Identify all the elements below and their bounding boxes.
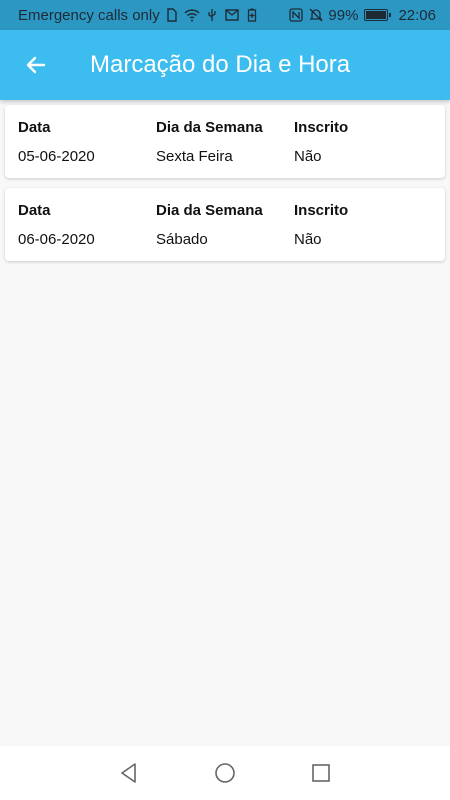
battery-percent: 99%	[328, 6, 359, 24]
battery-saver-icon	[244, 7, 260, 23]
schedule-list: Data Dia da Semana Inscrito 05-06-2020 S…	[5, 105, 445, 271]
weekday-value: Sábado	[156, 231, 208, 248]
page-title: Marcação do Dia e Hora	[90, 51, 351, 78]
nav-recents-button[interactable]	[304, 756, 338, 790]
square-recents-icon	[312, 764, 330, 782]
battery-icon	[364, 9, 392, 21]
header-inscrito: Inscrito	[294, 119, 349, 136]
circle-home-icon	[215, 763, 235, 783]
app-bar: Marcação do Dia e Hora	[0, 30, 450, 100]
nav-home-button[interactable]	[208, 756, 242, 790]
list-item[interactable]: Data Dia da Semana Inscrito 05-06-2020 S…	[5, 105, 445, 178]
system-nav-bar	[0, 746, 450, 800]
weekday-value: Sexta Feira	[156, 148, 233, 165]
header-data: Data	[18, 202, 51, 219]
status-bar: Emergency calls only 99% 22:06	[0, 0, 450, 30]
header-inscrito: Inscrito	[294, 202, 349, 219]
wifi-icon	[184, 7, 200, 23]
header-dia-da-semana: Dia da Semana	[156, 202, 263, 219]
carrier-text: Emergency calls only	[18, 6, 160, 24]
nfc-icon	[288, 7, 304, 23]
mail-icon	[224, 7, 240, 23]
nav-back-button[interactable]	[112, 756, 146, 790]
arrow-left-icon	[26, 56, 46, 74]
triangle-back-icon	[121, 763, 136, 783]
clock: 22:06	[398, 6, 436, 24]
status-right: 99% 22:06	[288, 7, 436, 24]
sim-icon	[164, 7, 180, 23]
status-left: Emergency calls only	[18, 7, 260, 24]
date-value: 05-06-2020	[18, 148, 95, 165]
enrolled-value: Não	[294, 148, 322, 165]
mute-icon	[308, 7, 324, 23]
enrolled-value: Não	[294, 231, 322, 248]
date-value: 06-06-2020	[18, 231, 95, 248]
header-data: Data	[18, 119, 51, 136]
back-button[interactable]	[18, 47, 54, 83]
usb-icon	[204, 7, 220, 23]
list-item[interactable]: Data Dia da Semana Inscrito 06-06-2020 S…	[5, 188, 445, 261]
header-dia-da-semana: Dia da Semana	[156, 119, 263, 136]
